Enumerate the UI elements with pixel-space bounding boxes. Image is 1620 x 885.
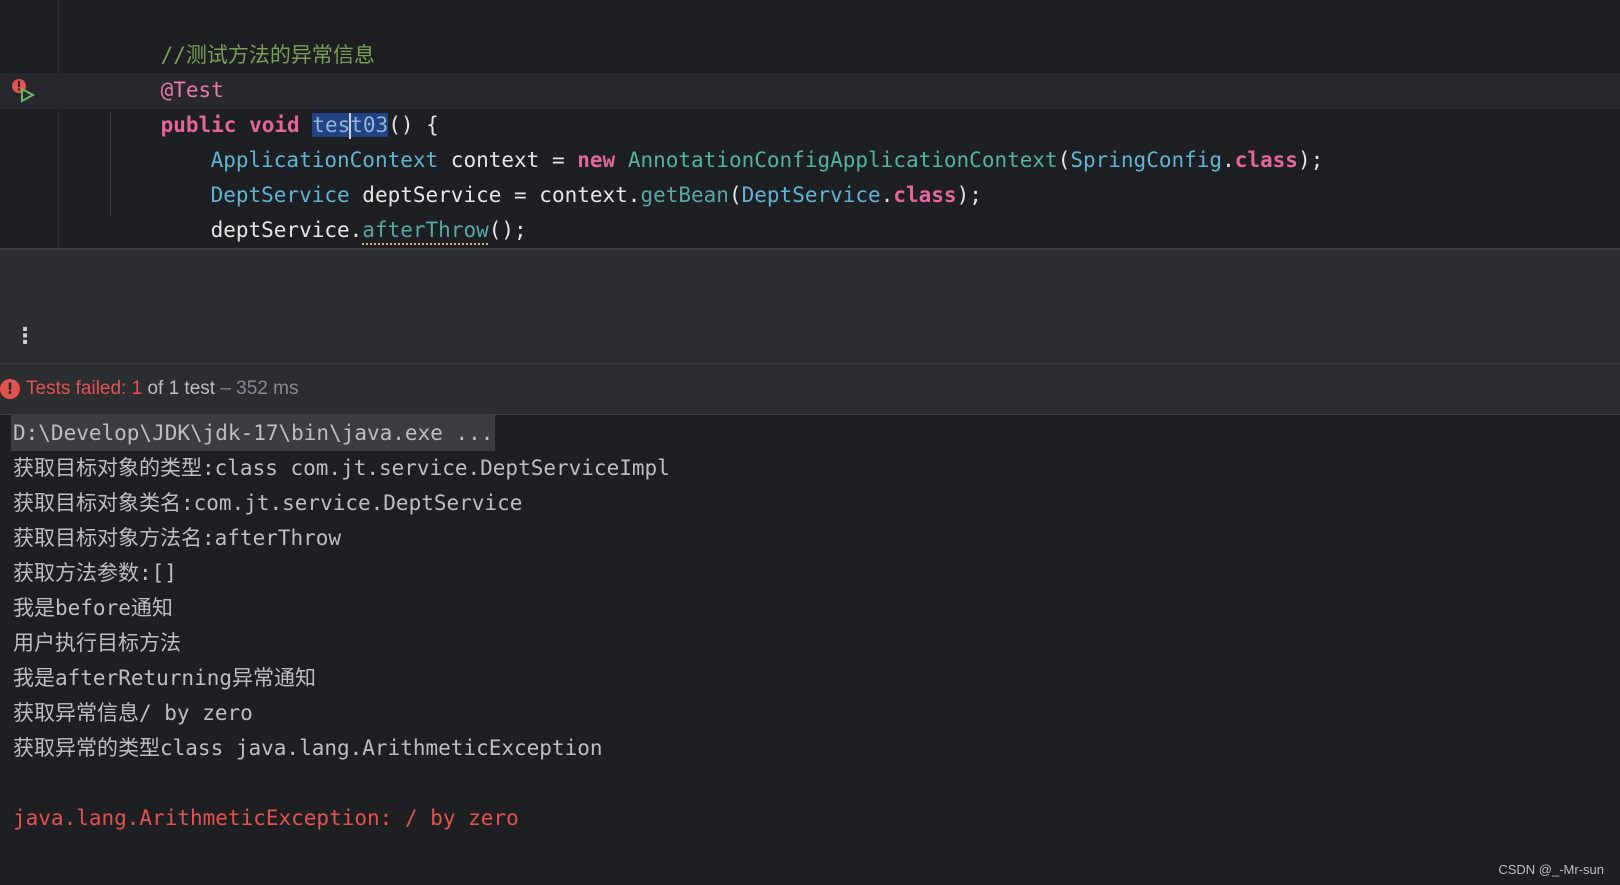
code-line-annotation: @Test bbox=[110, 36, 224, 102]
console-line-exception[interactable]: java.lang.ArithmeticException: / by zero bbox=[13, 800, 519, 836]
method-afterthrow[interactable]: afterThrow bbox=[362, 218, 488, 242]
keyword-class: class bbox=[893, 183, 957, 207]
keyword-class: class bbox=[1234, 148, 1298, 172]
console-line: 获取异常信息/ by zero bbox=[13, 701, 253, 725]
test-status-bar: ! Tests failed: 1 of 1 test – 352 ms bbox=[0, 364, 1620, 415]
console-line: 获取目标对象的类型:class com.jt.service.DeptServi… bbox=[13, 456, 670, 480]
console-line: 我是before通知 bbox=[13, 596, 173, 620]
code-line-context: ApplicationContext context = new Annotat… bbox=[160, 106, 1324, 172]
code-editor[interactable]: //测试方法的异常信息 @Test public void test03() {… bbox=[0, 0, 1620, 248]
tests-count-label: of 1 test bbox=[142, 378, 216, 399]
paren-close: ); bbox=[956, 183, 982, 207]
console-line: 用户执行目标方法 bbox=[13, 631, 181, 655]
error-icon: ! bbox=[0, 379, 20, 399]
console-line: 获取异常的类型class java.lang.ArithmeticExcepti… bbox=[13, 736, 603, 760]
console-line-command[interactable]: D:\Develop\JDK\jdk-17\bin\java.exe ... bbox=[11, 415, 496, 451]
dot: . bbox=[1222, 148, 1235, 172]
dot: . bbox=[880, 183, 894, 207]
paren-close: ); bbox=[1297, 148, 1324, 172]
tests-duration-label: – 352 ms bbox=[215, 378, 299, 399]
console-output[interactable]: D:\Develop\JDK\jdk-17\bin\java.exe ... 获… bbox=[0, 415, 1620, 885]
code-line-signature: public void test03() { bbox=[110, 71, 439, 139]
panel-splitter[interactable] bbox=[0, 248, 1620, 313]
console-line: 获取方法参数:[] bbox=[13, 561, 177, 585]
editor-gutter bbox=[0, 0, 59, 248]
code-line-comment: //测试方法的异常信息 bbox=[110, 1, 375, 67]
console-line: 获取目标对象方法名:afterThrow bbox=[13, 526, 342, 550]
run-tool-window: ⋮ ! Tests failed: 1 of 1 test – 352 ms D… bbox=[0, 311, 1620, 885]
code-line-service: DeptService deptService = context.getBea… bbox=[160, 141, 982, 207]
object-deptservice: deptService. bbox=[210, 218, 363, 242]
tests-failed-label: Tests failed: 1 bbox=[26, 378, 143, 399]
method-getbean: getBean bbox=[640, 183, 729, 207]
test-status-text: Tests failed: 1 of 1 test – 352 ms bbox=[26, 364, 298, 414]
run-test-failed-icon[interactable] bbox=[10, 78, 36, 104]
paren-open: ( bbox=[1057, 148, 1071, 172]
class-springconfig: SpringConfig bbox=[1070, 148, 1223, 172]
console-line: 获取目标对象类名:com.jt.service.DeptService bbox=[13, 491, 523, 515]
console-line: 我是afterReturning异常通知 bbox=[13, 666, 317, 690]
code-line-call: deptService.afterThrow(); bbox=[160, 176, 527, 242]
paren-open: ( bbox=[728, 183, 742, 207]
more-options-icon[interactable]: ⋮ bbox=[14, 325, 36, 349]
code-line-closing-brace: } bbox=[110, 210, 173, 246]
class-deptservice: DeptService bbox=[741, 183, 881, 207]
run-toolbar: ⋮ bbox=[0, 311, 1620, 364]
watermark: CSDN @_-Mr-sun bbox=[1498, 862, 1604, 877]
call-close: (); bbox=[488, 218, 527, 242]
